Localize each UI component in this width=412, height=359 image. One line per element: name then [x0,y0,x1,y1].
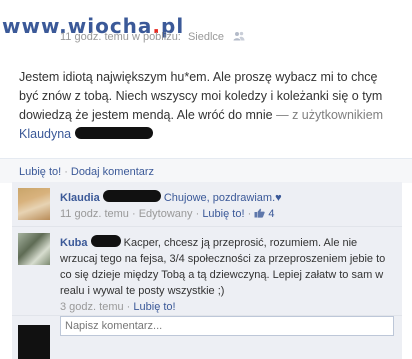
edited-label[interactable]: Edytowany [139,208,193,220]
comment-body: Kuba Kacper, chcesz ją przeprosić, rozum… [60,235,396,315]
comment-author[interactable]: Kuba [60,237,88,249]
meta-separator: · [247,208,252,220]
friends-icon[interactable] [233,31,245,41]
facebook-post: www.wiocha.pl 11 godz. temu w pobliżu: S… [0,0,412,359]
comment-item: Klaudia Chujowe, pozdrawiam.♥ 11 godz. t… [12,182,402,227]
like-count[interactable]: 4 [268,208,274,220]
thumbs-up-icon[interactable] [254,208,265,218]
like-post-link[interactable]: Lubię to! [19,166,61,178]
post-timestamp[interactable]: 11 godz. temu w pobliżu: [60,31,181,43]
comment-timestamp[interactable]: 11 godz. temu [60,208,129,220]
meta-separator: · [195,208,200,220]
comment-author[interactable]: Klaudia [60,192,100,204]
like-comment-link[interactable]: Lubię to! [202,208,244,220]
post-location[interactable]: Siedlce [188,31,224,43]
redacted-surname [74,127,153,139]
comment-text: Chujowe, pozdrawiam.♥ [163,192,282,204]
comment-item: Kuba Kacper, chcesz ją przeprosić, rozum… [12,227,402,316]
comment-input[interactable] [60,316,394,336]
avatar[interactable] [18,188,50,220]
action-separator: · [64,166,68,178]
comment-body: Klaudia Chujowe, pozdrawiam.♥ 11 godz. t… [60,190,396,222]
comment-meta: 11 godz. temu · Edytowany · Lubię to! · … [60,206,396,222]
redacted-surname [102,190,161,202]
current-user-avatar [18,325,50,359]
meta-separator: · [126,301,131,313]
tagged-user-name[interactable]: Klaudyna [19,127,71,141]
meta-separator: · [131,208,136,220]
comment-meta: 3 godz. temu · Lubię to! [60,299,396,315]
comments-section: Klaudia Chujowe, pozdrawiam.♥ 11 godz. t… [12,182,402,359]
add-comment-link[interactable]: Dodaj komentarz [71,166,154,178]
like-comment-link[interactable]: Lubię to! [133,301,175,313]
redacted-surname [90,235,121,247]
post-actions-bar: Lubię to! · Dodaj komentarz [0,158,412,183]
post-meta: 11 godz. temu w pobliżu: Siedlce [60,31,245,45]
comment-timestamp[interactable]: 3 godz. temu [60,301,124,313]
tagged-with-label: — z użytkownikiem [276,108,384,122]
post-body: Jestem idiotą największym hu*em. Ale pro… [19,68,399,144]
avatar[interactable] [18,233,50,265]
